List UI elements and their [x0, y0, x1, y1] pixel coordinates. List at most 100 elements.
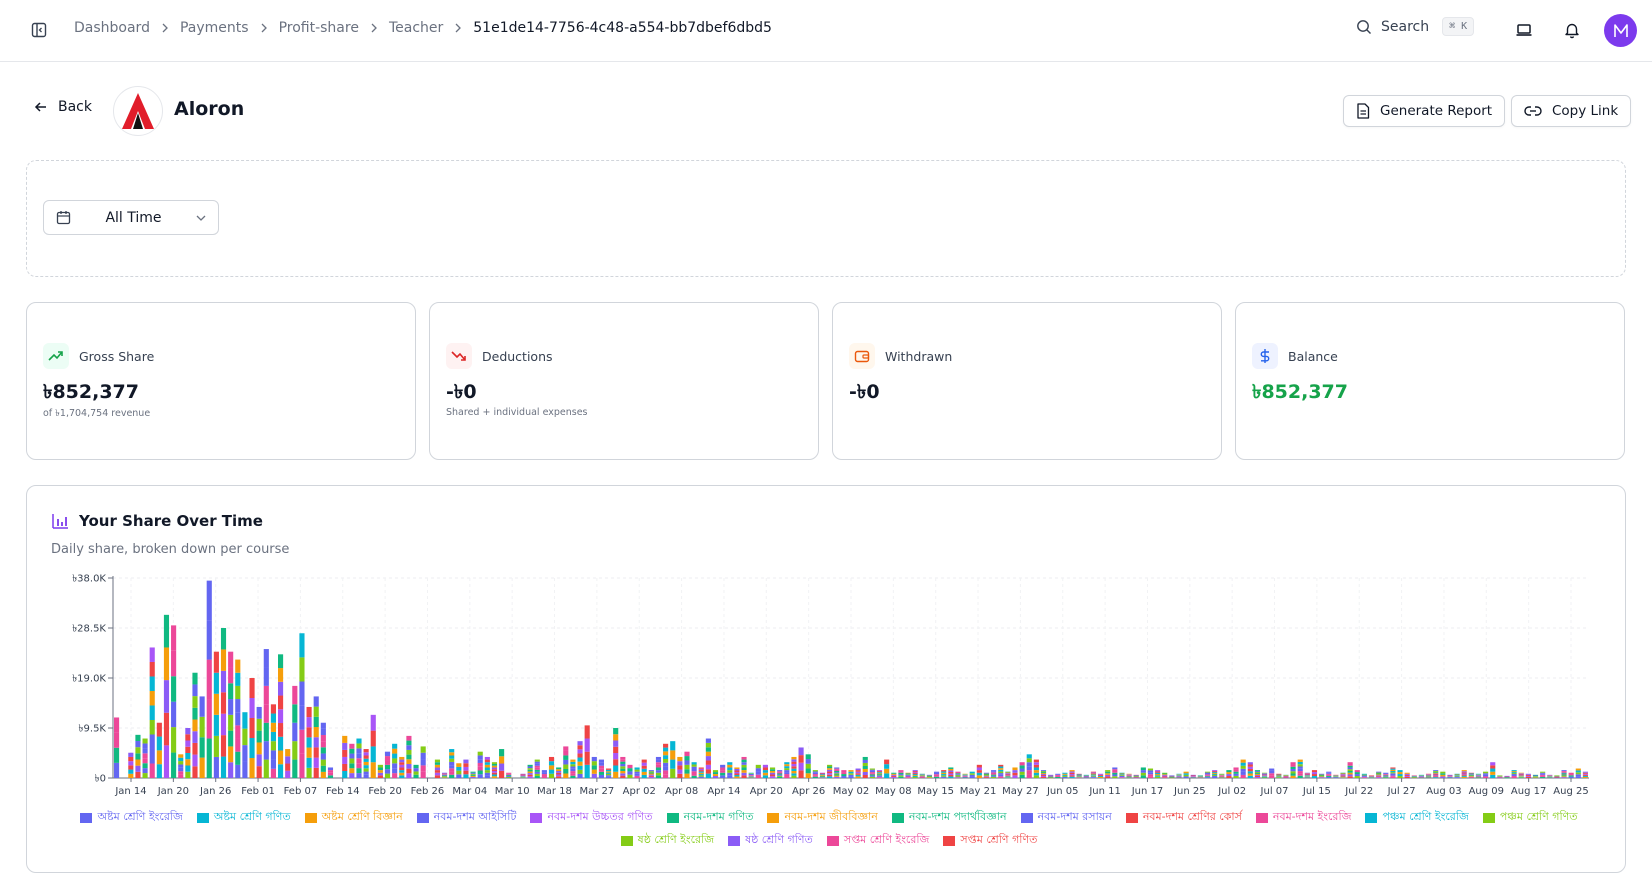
x-tick-label: Aug 09 [1469, 786, 1504, 797]
legend-item[interactable]: নবম-দশম শ্রেণির কোর্স [1125, 808, 1242, 827]
bar-segment [805, 768, 811, 774]
legend-item[interactable]: নবম-দশম রসায়ন [1020, 808, 1112, 827]
bar-segment [1575, 772, 1581, 775]
bar-segment [527, 774, 533, 777]
generate-report-button[interactable]: Generate Report [1343, 95, 1506, 127]
legend-item[interactable]: নবম-দশম জীববিজ্ঞান [767, 808, 878, 827]
legend-item[interactable]: সপ্তম শ্রেণি ইংরেজি [826, 831, 929, 850]
bar-segment [791, 756, 797, 760]
sidebar-toggle-icon[interactable] [30, 21, 48, 39]
legend-swatch [416, 812, 429, 823]
legend-item[interactable]: ষষ্ঠ শ্রেণি গণিত [728, 831, 813, 850]
bar-segment [705, 747, 711, 752]
bell-icon[interactable] [1561, 19, 1583, 41]
bar-segment [1461, 770, 1467, 772]
bar-segment [705, 764, 711, 770]
x-tick-label: Feb 26 [411, 786, 445, 797]
back-button[interactable]: Back [34, 99, 92, 115]
chevron-right-icon [454, 23, 462, 33]
x-tick-label: Mar 27 [579, 786, 614, 797]
bar-segment [399, 770, 405, 773]
bar-segment [1233, 769, 1239, 772]
bar-segment [919, 777, 925, 778]
bar-segment [384, 760, 391, 765]
breadcrumb-teacher[interactable]: Teacher [389, 20, 443, 36]
bar-segment [1105, 774, 1111, 777]
bar-segment [770, 770, 776, 773]
bar-segment [1197, 777, 1203, 778]
legend-item[interactable]: অষ্টম শ্রেণি গণিত [196, 808, 291, 827]
avatar[interactable] [1604, 14, 1637, 47]
bar-segment [1005, 775, 1011, 777]
bar-segment [762, 764, 768, 768]
bar-segment [263, 649, 269, 668]
stat-value: -৳0 [446, 381, 477, 403]
legend-item[interactable]: পঞ্চম শ্রেণি গণিত [1482, 808, 1578, 827]
bar-segment [1561, 772, 1567, 774]
legend-item[interactable]: নবম-দশম ইংরেজি [1255, 808, 1351, 827]
bar-segment [884, 764, 890, 769]
bar-segment [834, 769, 840, 771]
bar-segment [819, 772, 826, 774]
bar-segment [834, 774, 840, 776]
bar-segment [370, 746, 376, 763]
bar-segment [912, 773, 918, 775]
bar-segment [891, 773, 897, 775]
bar-segment [784, 770, 790, 773]
laptop-icon[interactable] [1513, 19, 1535, 41]
legend-item[interactable]: পঞ্চম শ্রেণি ইংরেজি [1365, 808, 1469, 827]
bar-segment [1005, 771, 1011, 773]
legend-item[interactable]: নবম-দশম গণিত [666, 808, 753, 827]
bar-segment [641, 771, 647, 775]
bar-segment [484, 762, 490, 765]
bar-segment [1026, 774, 1032, 778]
breadcrumb-profit-share[interactable]: Profit-share [279, 20, 359, 36]
legend-item[interactable]: নবম-দশম উচ্চতর গণিত [530, 808, 653, 827]
bar-segment [1454, 776, 1460, 778]
bar-segment [449, 752, 455, 756]
bar-segment [698, 774, 704, 776]
copy-link-button[interactable]: Copy Link [1511, 95, 1632, 127]
bar-segment [1397, 774, 1403, 777]
bar-segment [1354, 776, 1360, 778]
bar-segment [270, 713, 276, 723]
legend-item[interactable]: অষ্টম শ্রেণি বিজ্ঞান [304, 808, 403, 827]
bar-segment [727, 772, 733, 776]
bar-segment [313, 737, 319, 748]
bar-segment [712, 774, 719, 777]
breadcrumb-payments[interactable]: Payments [180, 20, 249, 36]
bar-segment [670, 741, 676, 751]
legend-label: নবম-দশম রসায়ন [1037, 810, 1112, 823]
bar-segment [734, 773, 740, 775]
bar-segment [1112, 767, 1118, 770]
search-button[interactable]: Search ⌘ K [1356, 17, 1475, 36]
legend-item[interactable]: নবম-দশম আইসিটি [416, 808, 516, 827]
bar-segment [235, 672, 241, 686]
legend-item[interactable]: নবম-দশম পদার্থবিজ্ঞান [891, 808, 1007, 827]
bar-segment [734, 771, 740, 774]
legend-item[interactable]: সপ্তম শ্রেণি গণিত [943, 831, 1037, 850]
bar-segment [185, 740, 191, 747]
bar-segment [463, 766, 469, 771]
breadcrumb-dashboard[interactable]: Dashboard [74, 20, 150, 36]
bar-segment [791, 763, 797, 767]
bar-segment [1283, 776, 1289, 778]
legend-item[interactable]: ষষ্ঠ শ্রেণি ইংরেজি [620, 831, 714, 850]
bar-segment [470, 775, 476, 777]
bar-segment [770, 767, 776, 770]
bar-segment [734, 776, 740, 778]
date-range-select[interactable]: All Time [43, 200, 219, 235]
bar-segment [1012, 775, 1018, 778]
bar-segment [1361, 776, 1367, 778]
generate-report-label: Generate Report [1380, 103, 1493, 119]
bar-segment [898, 775, 904, 777]
bar-segment [1162, 772, 1168, 774]
bar-segment [399, 759, 405, 763]
legend-item[interactable]: অষ্টম শ্রেণি ইংরেজি [80, 808, 183, 827]
bar-segment [556, 772, 562, 775]
bar-segment [712, 776, 719, 778]
trending-up-icon [43, 343, 69, 369]
bar-segment [1582, 775, 1588, 777]
bar-segment [520, 774, 526, 776]
bar-segment [862, 759, 868, 763]
